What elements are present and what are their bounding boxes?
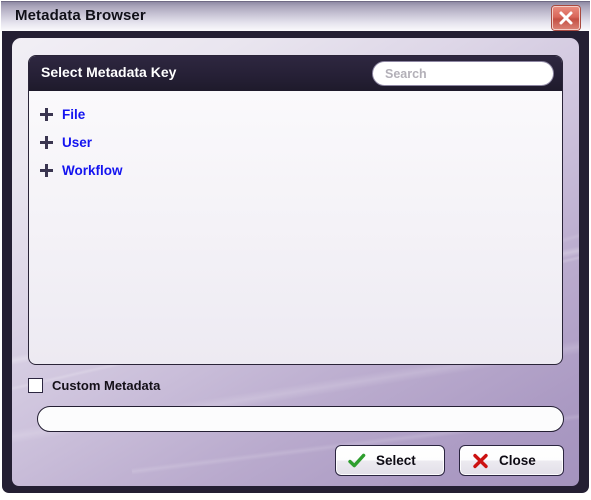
tree-item-label: File	[62, 106, 86, 122]
tree-item-workflow[interactable]: Workflow	[29, 156, 562, 184]
tree-item-label: Workflow	[62, 162, 123, 178]
window-close-button[interactable]	[552, 6, 580, 30]
green-check-icon	[348, 453, 366, 469]
metadata-browser-window: Metadata Browser Select Metadata Key Sea…	[0, 0, 591, 500]
select-button-label: Select	[376, 453, 416, 468]
title-bar: Metadata Browser	[1, 1, 590, 32]
search-input[interactable]	[372, 61, 554, 86]
plus-icon[interactable]	[39, 135, 54, 150]
red-x-icon	[472, 453, 489, 469]
custom-metadata-label: Custom Metadata	[52, 378, 161, 393]
tree-item-file[interactable]: File	[29, 100, 562, 128]
dialog-body: Select Metadata Key File User Workflow	[12, 38, 579, 486]
select-button[interactable]: Select	[335, 445, 445, 476]
close-button-label: Close	[499, 453, 536, 468]
tree-item-label: User	[62, 134, 93, 150]
custom-metadata-input[interactable]	[37, 406, 564, 432]
custom-metadata-checkbox[interactable]	[28, 378, 43, 393]
metadata-key-tree: File User Workflow	[29, 91, 562, 364]
window-title: Metadata Browser	[15, 7, 146, 24]
tree-item-user[interactable]: User	[29, 128, 562, 156]
close-button[interactable]: Close	[459, 445, 564, 476]
custom-metadata-row: Custom Metadata	[28, 378, 160, 393]
panel-header: Select Metadata Key	[29, 56, 562, 91]
plus-icon[interactable]	[39, 163, 54, 178]
panel-title: Select Metadata Key	[41, 64, 177, 80]
metadata-key-panel: Select Metadata Key File User Workflow	[28, 55, 563, 365]
plus-icon[interactable]	[39, 107, 54, 122]
